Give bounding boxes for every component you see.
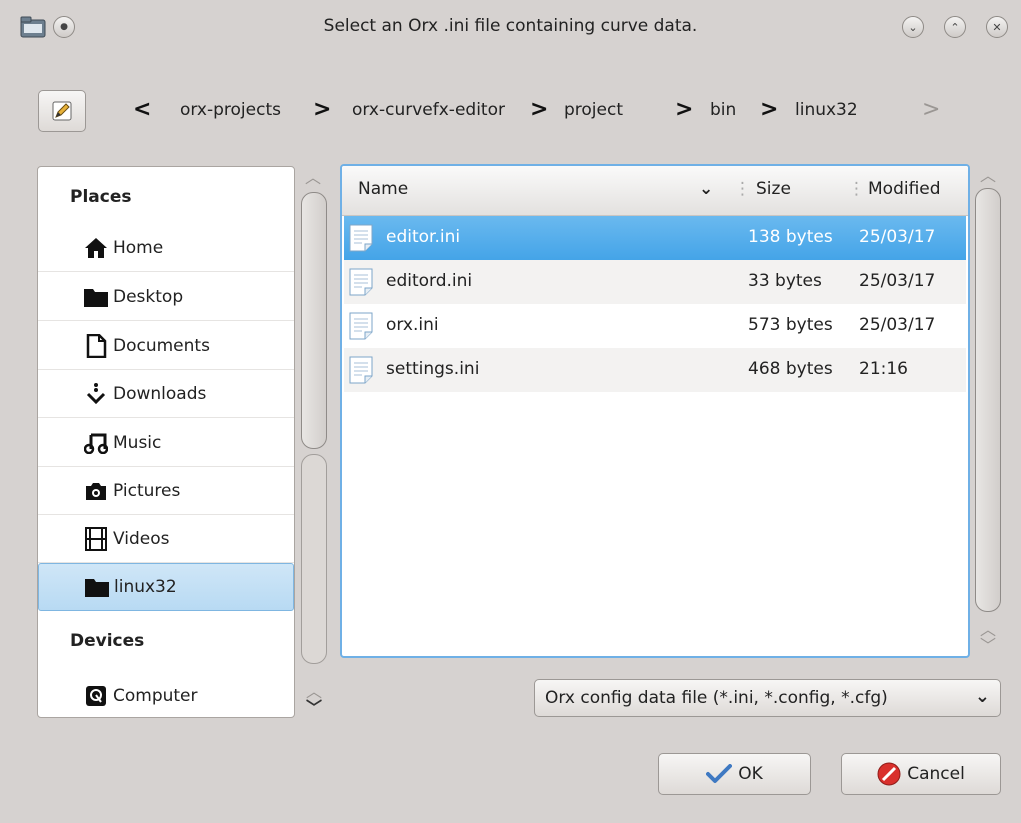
sidebar-item-label: Videos [113, 528, 170, 549]
places-header: Places [70, 187, 132, 207]
breadcrumb-item-bin[interactable]: bin [710, 100, 736, 120]
sidebar-item-computer[interactable]: Computer [38, 672, 294, 717]
file-row[interactable]: editor.ini 138 bytes 25/03/17 [344, 216, 966, 260]
sidebar-item-linux32[interactable]: linux32 [38, 563, 294, 611]
scroll-down-icon[interactable]: ﹀ [306, 694, 322, 718]
forward-button[interactable]: > [922, 97, 940, 122]
scroll-up-icon[interactable]: ︿ [305, 164, 321, 188]
sidebar-item-label: Desktop [113, 286, 184, 307]
file-list[interactable]: Name ⌄ ⋮ Size ⋮ Modified editor.ini 138 … [340, 164, 970, 658]
sidebar-item-desktop[interactable]: Desktop [38, 273, 294, 321]
computer-icon [83, 683, 109, 709]
ok-label: OK [738, 764, 763, 784]
file-name: orx.ini [386, 315, 439, 335]
breadcrumb-separator[interactable]: > [313, 97, 331, 122]
camera-icon [83, 478, 109, 504]
sort-chevron-icon[interactable]: ⌄ [699, 179, 713, 199]
file-modified: 25/03/17 [859, 315, 936, 335]
file-name: settings.ini [386, 359, 480, 379]
file-name: editor.ini [386, 227, 461, 247]
close-icon: ✕ [992, 20, 1002, 34]
ini-file-icon [349, 268, 373, 296]
folder-icon [83, 284, 109, 310]
file-size: 33 bytes [748, 271, 822, 291]
file-size: 138 bytes [748, 227, 833, 247]
filter-selected-value: Orx config data file (*.ini, *.config, *… [545, 688, 888, 708]
breadcrumb-separator[interactable]: > [760, 97, 778, 122]
window-title: Select an Orx .ini file containing curve… [323, 16, 698, 36]
files-scrollbar[interactable]: ︿ ︿ ﹀ [973, 164, 1003, 660]
scroll-up-icon[interactable]: ︿ [980, 162, 996, 186]
sidebar-item-label: linux32 [114, 577, 177, 597]
title-bar: ● Select an Orx .ini file containing cur… [0, 0, 1021, 62]
ini-file-icon [349, 224, 373, 252]
file-size: 573 bytes [748, 315, 833, 335]
back-button[interactable]: < [133, 97, 151, 122]
breadcrumb-item-orx-projects[interactable]: orx-projects [180, 100, 281, 120]
places-scroll-thumb[interactable] [301, 192, 327, 449]
places-scrollbar[interactable]: ︿ ︿ ﹀ [301, 168, 327, 717]
files-scroll-thumb[interactable] [975, 188, 1001, 612]
sidebar-item-downloads[interactable]: Downloads [38, 370, 294, 418]
sidebar-item-music[interactable]: Music [38, 419, 294, 467]
sidebar-item-label: Music [113, 432, 162, 453]
breadcrumb-item-linux32[interactable]: linux32 [795, 100, 858, 120]
devices-header: Devices [70, 631, 145, 651]
scroll-down-icon[interactable]: ﹀ [980, 632, 996, 656]
sidebar-item-label: Documents [113, 335, 210, 356]
cancel-label: Cancel [907, 764, 965, 784]
file-modified: 25/03/17 [859, 227, 936, 247]
download-icon [83, 381, 109, 407]
column-divider: ⋮ [848, 179, 865, 199]
chevron-down-icon: ⌄ [908, 20, 918, 34]
column-modified[interactable]: Modified [868, 179, 941, 199]
music-icon [83, 430, 109, 456]
document-icon [83, 333, 109, 359]
cancel-icon [877, 762, 901, 786]
sidebar-item-pictures[interactable]: Pictures [38, 467, 294, 515]
ini-file-icon [349, 356, 373, 384]
pencil-icon [52, 101, 72, 121]
checkmark-icon [706, 764, 733, 783]
sidebar-item-label: Pictures [113, 480, 181, 501]
sidebar-item-label: Home [113, 237, 164, 258]
close-button[interactable]: ✕ [986, 16, 1008, 38]
ini-file-icon [349, 312, 373, 340]
file-list-header: Name ⌄ ⋮ Size ⋮ Modified [342, 166, 968, 216]
file-type-filter-select[interactable]: Orx config data file (*.ini, *.config, *… [534, 679, 1001, 717]
file-size: 468 bytes [748, 359, 833, 379]
minimize-button[interactable]: ⌄ [902, 16, 924, 38]
sidebar-item-label: Downloads [113, 383, 207, 404]
file-modified: 25/03/17 [859, 271, 936, 291]
file-row[interactable]: settings.ini 468 bytes 21:16 [344, 348, 966, 392]
film-icon [83, 526, 109, 552]
column-name[interactable]: Name [358, 179, 408, 199]
column-size[interactable]: Size [756, 179, 791, 199]
places-panel: Places Home Desktop Documents Downloads … [37, 166, 295, 718]
sidebar-item-documents[interactable]: Documents [38, 322, 294, 370]
file-name: editord.ini [386, 271, 473, 291]
file-row[interactable]: orx.ini 573 bytes 25/03/17 [344, 304, 966, 348]
places-scroll-groove[interactable] [301, 454, 327, 664]
folder-icon [84, 574, 110, 600]
chevron-up-icon: ⌃ [950, 20, 960, 34]
maximize-button[interactable]: ⌃ [944, 16, 966, 38]
ok-button[interactable]: OK [658, 753, 811, 795]
file-row[interactable]: editord.ini 33 bytes 25/03/17 [344, 260, 966, 304]
cancel-button[interactable]: Cancel [841, 753, 1001, 795]
breadcrumb-separator[interactable]: > [530, 97, 548, 122]
breadcrumb-item-project[interactable]: project [564, 100, 623, 120]
file-modified: 21:16 [859, 359, 908, 379]
breadcrumb-separator[interactable]: > [675, 97, 693, 122]
breadcrumb-item-orx-curvefx-editor[interactable]: orx-curvefx-editor [352, 100, 505, 120]
sidebar-item-videos[interactable]: Videos [38, 515, 294, 563]
column-divider: ⋮ [734, 179, 751, 199]
chevron-down-icon: ⌄ [974, 686, 990, 707]
edit-path-button[interactable] [38, 90, 86, 132]
home-icon [83, 235, 109, 261]
sidebar-item-home[interactable]: Home [38, 224, 294, 272]
sidebar-item-label: Computer [113, 686, 198, 706]
